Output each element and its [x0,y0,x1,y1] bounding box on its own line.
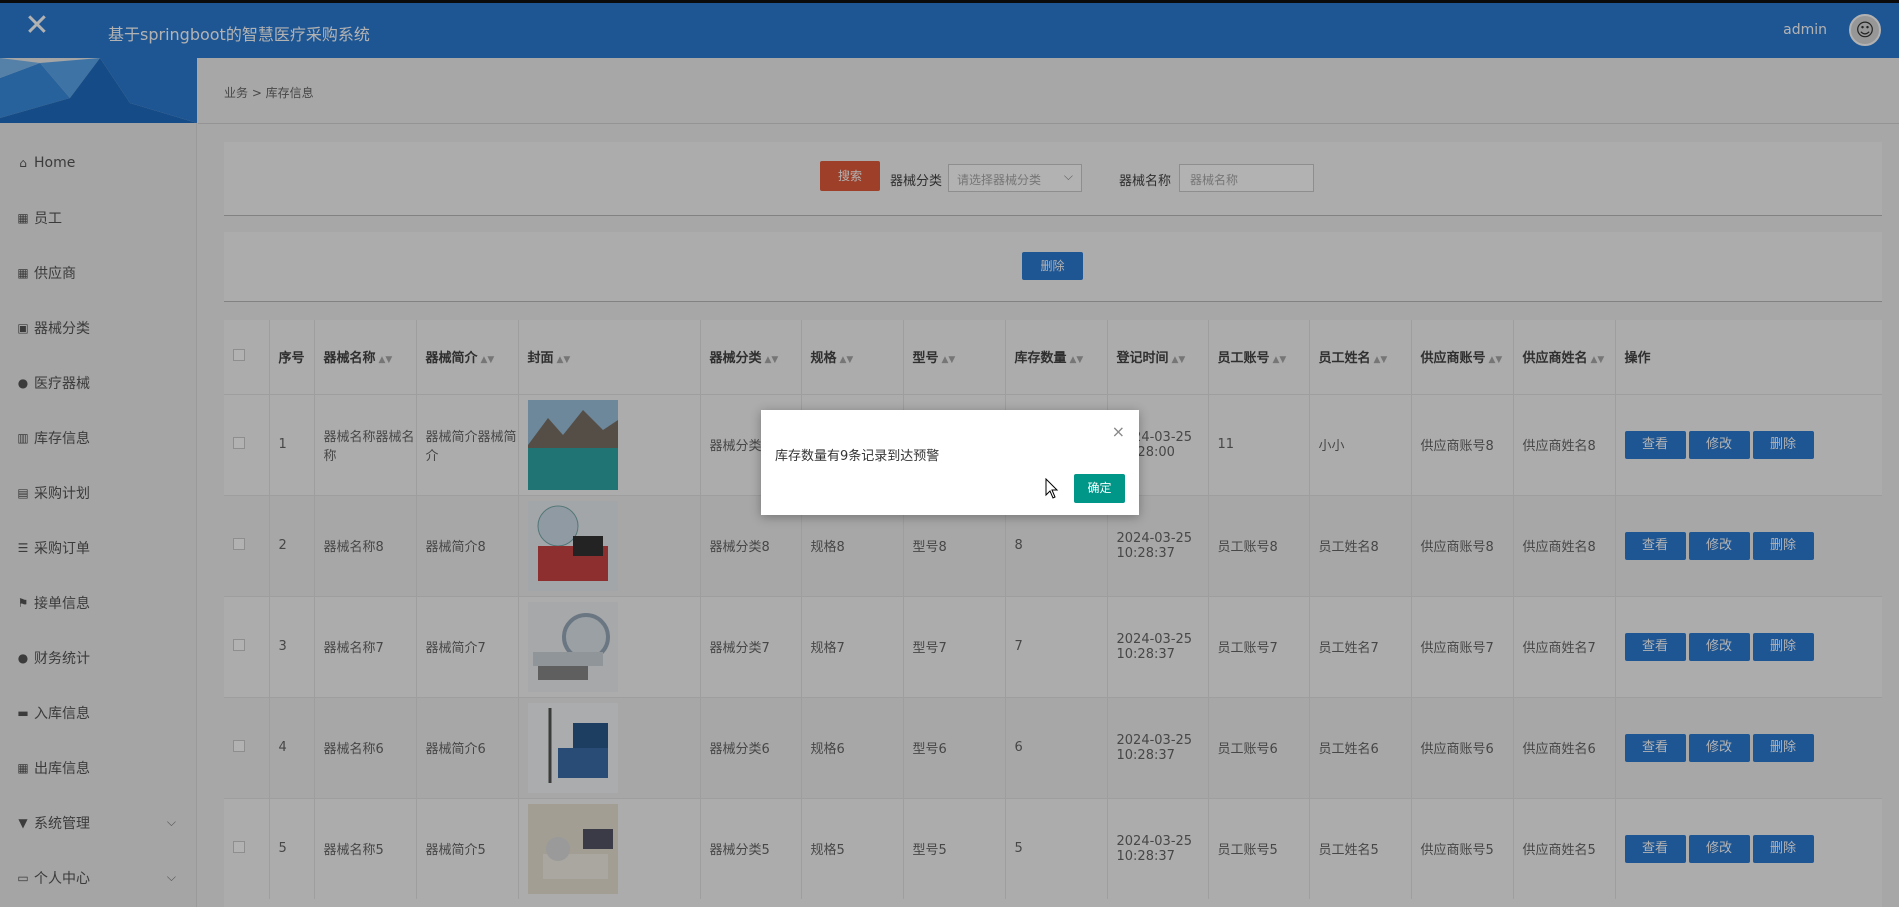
close-icon[interactable]: × [1112,422,1125,441]
alert-dialog: × 库存数量有9条记录到达预警 确定 [761,410,1139,515]
mouse-cursor-icon [1045,478,1059,499]
confirm-button[interactable]: 确定 [1074,474,1125,503]
dialog-message: 库存数量有9条记录到达预警 [775,449,940,464]
